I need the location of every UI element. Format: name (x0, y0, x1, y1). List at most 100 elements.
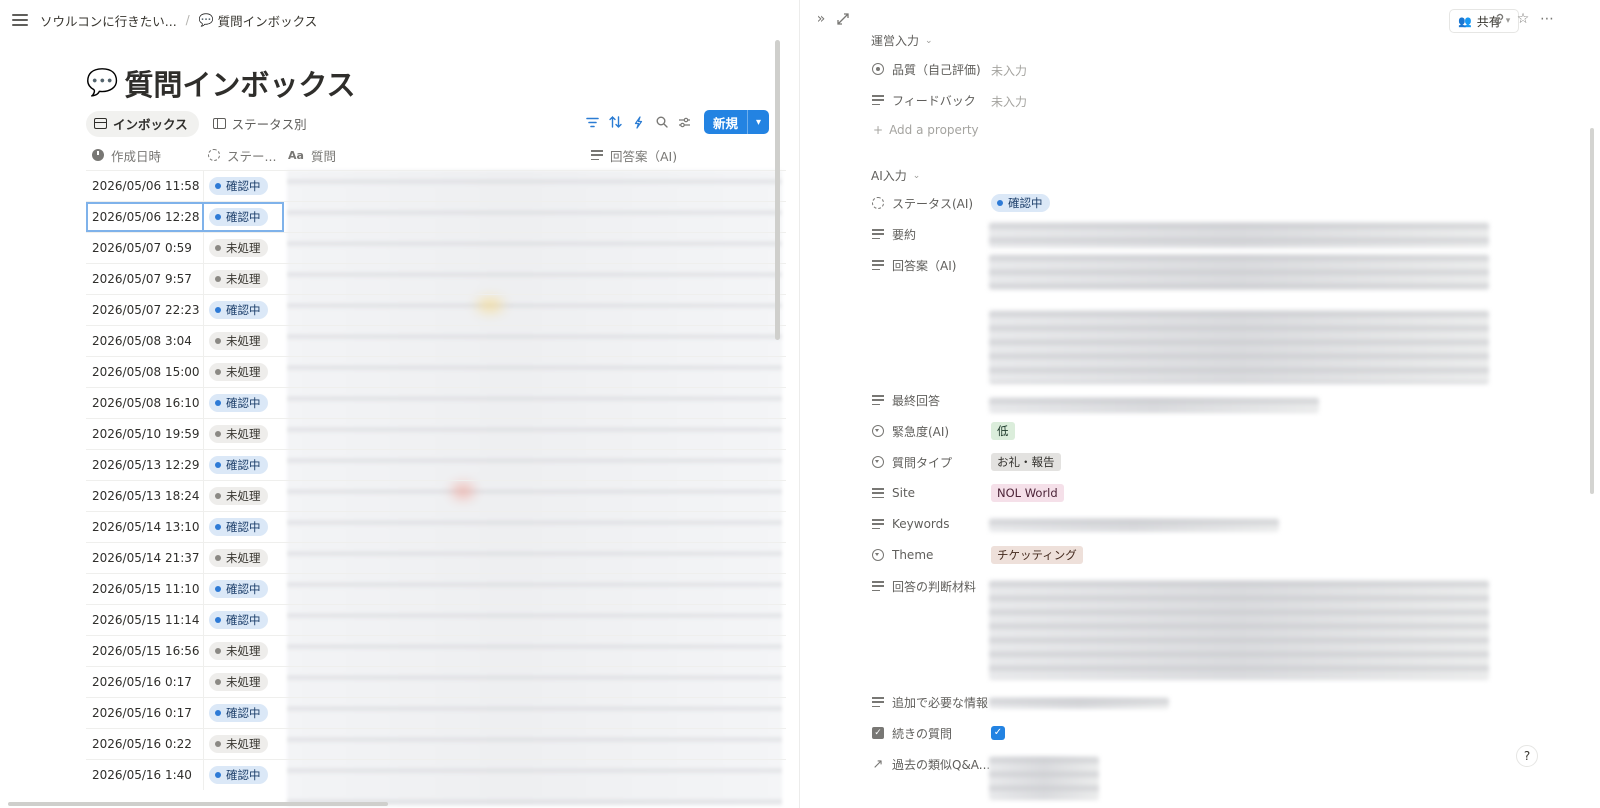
table-row[interactable]: 2026/05/15 11:10 確認中 (86, 573, 786, 604)
table-row[interactable]: 2026/05/13 12:29 確認中 (86, 449, 786, 480)
cell-created[interactable]: 2026/05/16 0:22 (86, 729, 204, 759)
property-question-type-value[interactable]: お礼・報告 (991, 453, 1061, 471)
table-row[interactable]: 2026/05/07 22:23 確認中 (86, 294, 786, 325)
breadcrumb-page[interactable]: 質問インボックス (218, 11, 318, 30)
table-row[interactable]: 2026/05/15 16:56 未処理 (86, 635, 786, 666)
cell-status[interactable]: 未処理 (204, 233, 284, 263)
table-row[interactable]: 2026/05/16 0:17 確認中 (86, 697, 786, 728)
cell-created[interactable]: 2026/05/08 16:10 (86, 388, 204, 418)
table-row[interactable]: 2026/05/16 1:40 確認中 (86, 759, 786, 790)
cell-created[interactable]: 2026/05/15 11:14 (86, 605, 204, 635)
cell-status[interactable]: 未処理 (204, 357, 284, 387)
cell-created[interactable]: 2026/05/15 11:10 (86, 574, 204, 604)
cell-status[interactable]: 未処理 (204, 543, 284, 573)
property-quality-value[interactable]: 未入力 (991, 62, 1027, 79)
expand-icon[interactable] (835, 11, 851, 27)
cell-status[interactable]: 確認中 (204, 574, 284, 604)
table-row[interactable]: 2026/05/08 15:00 未処理 (86, 356, 786, 387)
cell-created[interactable]: 2026/05/16 1:40 (86, 760, 204, 790)
cell-status[interactable]: 未処理 (204, 636, 284, 666)
cell-created[interactable]: 2026/05/13 18:24 (86, 481, 204, 511)
column-created[interactable]: 作成日時 (92, 146, 161, 165)
share-button[interactable]: 👥 共有 ▾ (1449, 9, 1520, 33)
cell-created[interactable]: 2026/05/16 0:17 (86, 667, 204, 697)
table-row[interactable]: 2026/05/06 12:28 確認中 (86, 201, 786, 232)
automation-icon[interactable] (631, 114, 647, 130)
table-row[interactable]: 2026/05/07 9:57 未処理 (86, 263, 786, 294)
cell-status[interactable]: 確認中 (204, 388, 284, 418)
cell-created[interactable]: 2026/05/16 0:17 (86, 698, 204, 728)
table-row[interactable]: 2026/05/08 16:10 確認中 (86, 387, 786, 418)
property-feedback-value[interactable]: 未入力 (991, 93, 1027, 110)
table-row[interactable]: 2026/05/14 13:10 確認中 (86, 511, 786, 542)
link-icon[interactable] (1491, 11, 1507, 27)
table-row[interactable]: 2026/05/10 19:59 未処理 (86, 418, 786, 449)
cell-status[interactable]: 未処理 (204, 667, 284, 697)
cell-created[interactable]: 2026/05/10 19:59 (86, 419, 204, 449)
cell-status[interactable]: 確認中 (204, 450, 284, 480)
cell-created[interactable]: 2026/05/07 9:57 (86, 264, 204, 294)
cell-created[interactable]: 2026/05/14 21:37 (86, 543, 204, 573)
property-status-ai-value[interactable]: 確認中 (991, 194, 1050, 212)
followup-checkbox[interactable]: ✓ (991, 726, 1005, 740)
property-followup-value[interactable]: ✓ (991, 726, 1005, 740)
table-row[interactable]: 2026/05/13 18:24 未処理 (86, 480, 786, 511)
horizontal-scrollbar[interactable] (8, 802, 388, 806)
cell-status[interactable]: 確認中 (204, 605, 284, 635)
settings-icon[interactable] (677, 114, 693, 130)
column-status[interactable]: ステー... (208, 146, 276, 165)
more-icon[interactable]: ⋯ (1539, 11, 1555, 27)
cell-status[interactable]: 未処理 (204, 729, 284, 759)
cell-status[interactable]: 未処理 (204, 481, 284, 511)
tab-by-status[interactable]: ステータス別 (205, 111, 318, 137)
cell-status[interactable]: 未処理 (204, 326, 284, 356)
new-button[interactable]: 新規 ▾ (703, 110, 769, 134)
table-row[interactable]: 2026/05/08 3:04 未処理 (86, 325, 786, 356)
menu-icon[interactable] (12, 12, 28, 28)
tab-inbox[interactable]: インボックス (86, 110, 199, 137)
table-row[interactable]: 2026/05/07 0:59 未処理 (86, 232, 786, 263)
add-property-button[interactable]: + Add a property (873, 123, 979, 137)
property-urgency-value[interactable]: 低 (991, 422, 1015, 440)
chevron-down-icon[interactable]: ▾ (747, 110, 769, 134)
cell-created[interactable]: 2026/05/15 16:56 (86, 636, 204, 666)
vertical-scrollbar[interactable] (775, 40, 780, 340)
property-theme-value[interactable]: チケッティング (991, 546, 1083, 564)
cell-status[interactable]: 確認中 (204, 202, 284, 232)
cell-created[interactable]: 2026/05/14 13:10 (86, 512, 204, 542)
section-ai-header[interactable]: AI入力 ⌄ (871, 167, 920, 184)
cell-status[interactable]: 確認中 (204, 295, 284, 325)
close-peek-icon[interactable]: » (813, 11, 829, 27)
cell-created[interactable]: 2026/05/06 11:58 (86, 171, 204, 201)
table-row[interactable]: 2026/05/15 11:14 確認中 (86, 604, 786, 635)
table-row[interactable]: 2026/05/16 0:17 未処理 (86, 666, 786, 697)
cell-status[interactable]: 未処理 (204, 264, 284, 294)
table-row[interactable]: 2026/05/16 0:22 未処理 (86, 728, 786, 759)
cell-status[interactable]: 未処理 (204, 419, 284, 449)
column-answer-ai[interactable]: 回答案（AI) (591, 146, 677, 165)
table-row[interactable]: 2026/05/06 11:58 確認中 (86, 170, 786, 201)
cell-created[interactable]: 2026/05/07 0:59 (86, 233, 204, 263)
table-row[interactable]: 2026/05/14 21:37 未処理 (86, 542, 786, 573)
sort-icon[interactable] (608, 114, 624, 130)
property-site-value[interactable]: NOL World (991, 484, 1064, 502)
section-ops-header[interactable]: 運営入力 ⌄ (871, 32, 933, 49)
cell-status[interactable]: 確認中 (204, 171, 284, 201)
cell-created[interactable]: 2026/05/08 3:04 (86, 326, 204, 356)
filter-icon[interactable] (585, 114, 601, 130)
peek-scrollbar[interactable] (1590, 128, 1594, 494)
cell-created[interactable]: 2026/05/13 12:29 (86, 450, 204, 480)
help-button[interactable]: ? (1516, 745, 1538, 767)
cell-status[interactable]: 確認中 (204, 760, 284, 790)
search-icon[interactable] (654, 114, 670, 130)
cell-status[interactable]: 確認中 (204, 512, 284, 542)
page-title-text[interactable]: 質問インボックス (124, 62, 355, 104)
breadcrumb-workspace[interactable]: ソウルコンに行きたい... (40, 11, 177, 30)
page-emoji-icon[interactable]: 💬 (86, 68, 118, 98)
cell-created[interactable]: 2026/05/07 22:23 (86, 295, 204, 325)
column-question[interactable]: Aa 質問 (288, 146, 336, 165)
star-icon[interactable]: ☆ (1515, 11, 1531, 27)
cell-created[interactable]: 2026/05/06 12:28 (86, 202, 204, 232)
cell-status[interactable]: 確認中 (204, 698, 284, 728)
cell-created[interactable]: 2026/05/08 15:00 (86, 357, 204, 387)
